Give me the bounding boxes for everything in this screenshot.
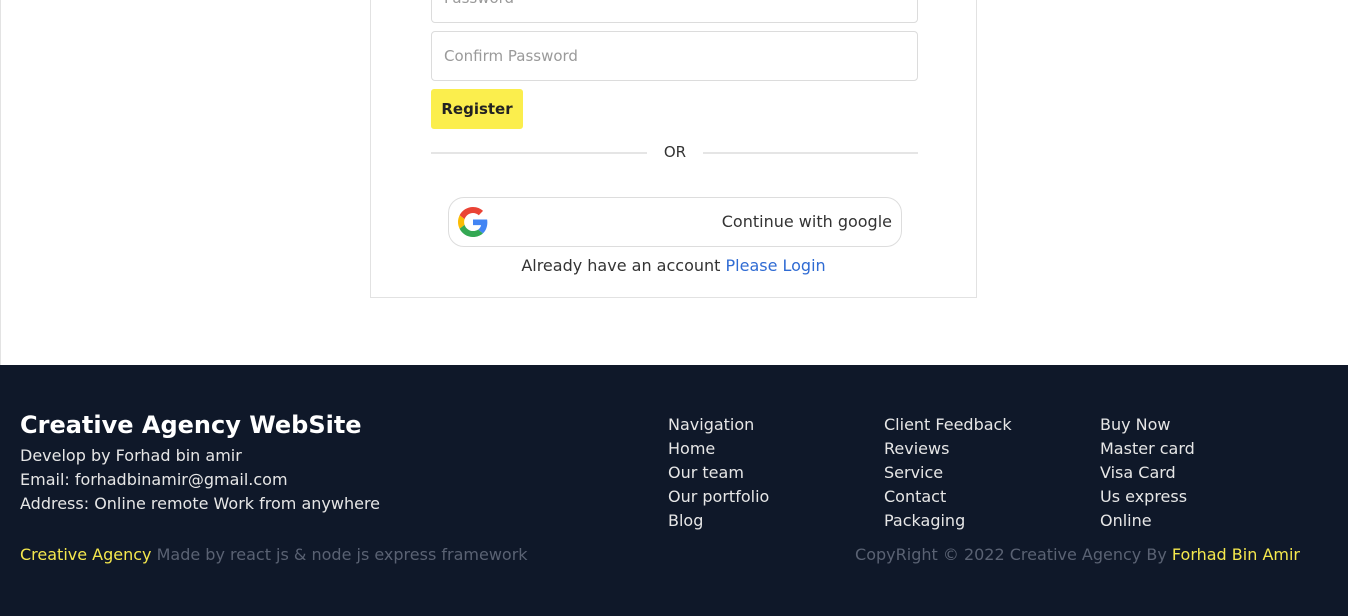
- footer-address: Address: Online remote Work from anywher…: [20, 494, 381, 513]
- footer-link-our-team[interactable]: Our team: [668, 461, 769, 485]
- footer-link-service[interactable]: Service: [884, 461, 1012, 485]
- footer-link-contact[interactable]: Contact: [884, 485, 1012, 509]
- account-text: Already have an account: [521, 256, 721, 275]
- confirm-password-field[interactable]: [431, 31, 918, 81]
- footer-brand-highlight: Creative Agency: [20, 545, 152, 564]
- footer-link-master-card[interactable]: Master card: [1100, 437, 1195, 461]
- login-link[interactable]: Please Login: [726, 256, 826, 275]
- copyright-text: CopyRight © 2022 Creative Agency By: [855, 545, 1167, 564]
- footer-copyright: CopyRight © 2022 Creative Agency By Forh…: [855, 545, 1300, 564]
- site-footer: Creative Agency WebSite Develop by Forha…: [0, 365, 1348, 616]
- footer-column-payment: Buy Now Master card Visa Card Us express…: [1100, 413, 1195, 533]
- footer-link-packaging[interactable]: Packaging: [884, 509, 1012, 533]
- divider-right: [703, 152, 918, 154]
- footer-column-navigation: Navigation Home Our team Our portfolio B…: [668, 413, 769, 533]
- footer-link-buy-now[interactable]: Buy Now: [1100, 413, 1195, 437]
- google-icon: [458, 207, 488, 237]
- footer-link-client-feedback[interactable]: Client Feedback: [884, 413, 1012, 437]
- footer-link-online[interactable]: Online: [1100, 509, 1195, 533]
- footer-link-visa-card[interactable]: Visa Card: [1100, 461, 1195, 485]
- footer-title: Creative Agency WebSite: [20, 411, 362, 439]
- footer-email: Email: forhadbinamir@gmail.com: [20, 470, 288, 489]
- copyright-author: Forhad Bin Amir: [1171, 545, 1300, 564]
- divider-left: [431, 152, 647, 154]
- password-field[interactable]: [431, 0, 918, 23]
- footer-link-blog[interactable]: Blog: [668, 509, 769, 533]
- footer-credits: Creative Agency Made by react js & node …: [20, 545, 528, 564]
- register-button[interactable]: Register: [431, 89, 523, 129]
- footer-link-reviews[interactable]: Reviews: [884, 437, 1012, 461]
- footer-link-our-portfolio[interactable]: Our portfolio: [668, 485, 769, 509]
- login-prompt: Already have an account Please Login: [370, 256, 977, 275]
- footer-link-home[interactable]: Home: [668, 437, 769, 461]
- footer-made-by: Made by react js & node js express frame…: [156, 545, 528, 564]
- footer-column-feedback: Client Feedback Reviews Service Contact …: [884, 413, 1012, 533]
- google-signin-button[interactable]: Continue with google: [448, 197, 902, 247]
- footer-developer: Develop by Forhad bin amir: [20, 446, 242, 465]
- page-left-border: [0, 0, 1, 365]
- google-button-label: Continue with google: [721, 212, 892, 231]
- footer-link-us-express[interactable]: Us express: [1100, 485, 1195, 509]
- or-separator: OR: [663, 143, 687, 161]
- footer-link-navigation[interactable]: Navigation: [668, 413, 769, 437]
